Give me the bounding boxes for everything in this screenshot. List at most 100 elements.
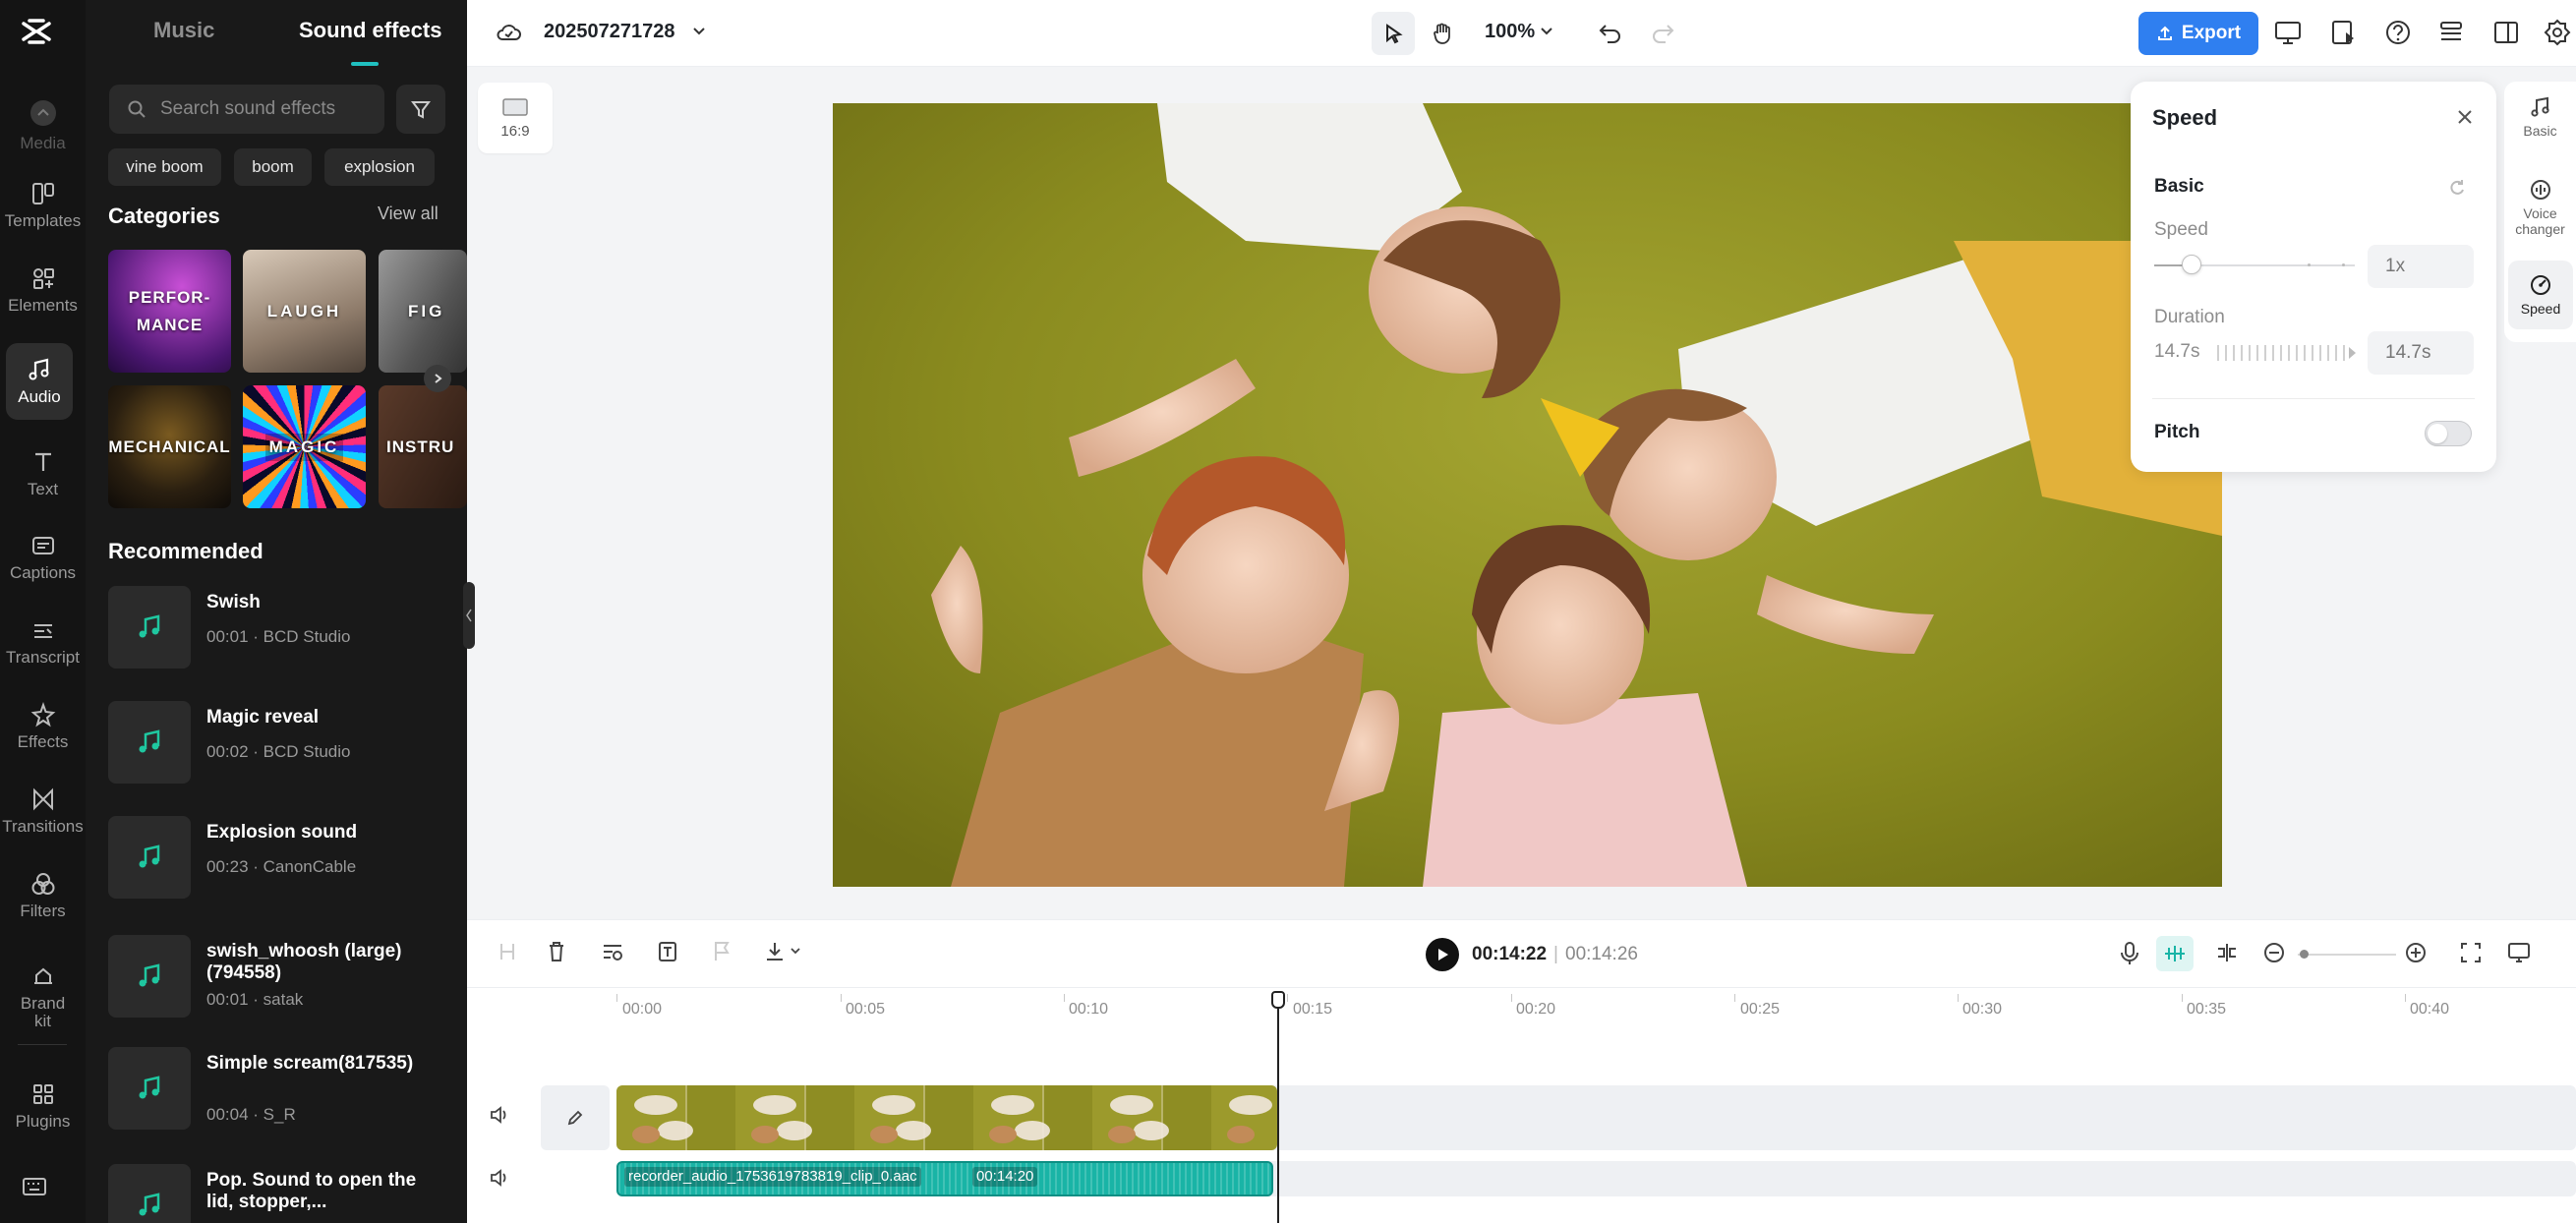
list-item[interactable]: Magic reveal 00:02 · BCD Studio (108, 701, 447, 786)
rail-item-elements[interactable]: Elements (0, 252, 86, 328)
auto-caption-icon[interactable] (656, 940, 679, 963)
speed-value-field[interactable]: 1x (2368, 245, 2474, 288)
list-item[interactable]: Swish 00:01 · BCD Studio (108, 586, 447, 670)
layout-panel-icon[interactable] (2492, 19, 2520, 46)
zoom-slider-thumb[interactable] (2300, 950, 2309, 959)
text-icon (30, 449, 56, 475)
right-rail-label: Basic (2523, 123, 2557, 139)
keyboard-icon[interactable] (22, 1176, 47, 1197)
category-fight[interactable]: FIG (379, 250, 467, 373)
tab-music[interactable]: Music (153, 18, 214, 43)
video-preview[interactable] (833, 103, 2222, 887)
list-item[interactable]: Explosion sound 00:23 · CanonCable (108, 816, 447, 901)
preview-monitor-icon[interactable] (2506, 941, 2532, 964)
chip-vine-boom[interactable]: vine boom (108, 148, 221, 186)
undo-icon[interactable] (1598, 20, 1623, 45)
view-all-link[interactable]: View all (378, 204, 439, 224)
ruler-tick (1287, 994, 1288, 1002)
reset-icon[interactable] (2447, 178, 2467, 198)
zoom-out-icon[interactable] (2262, 941, 2286, 964)
project-name[interactable]: 202507271728 (544, 21, 674, 43)
rail-item-templates[interactable]: Templates (0, 167, 86, 244)
right-rail-speed[interactable]: Speed (2508, 261, 2573, 329)
duration-slider[interactable] (2217, 345, 2351, 361)
download-icon[interactable] (764, 940, 803, 963)
rail-item-transitions[interactable]: Transitions (0, 773, 86, 849)
category-mechanical[interactable]: MECHANICAL (108, 385, 231, 508)
category-instruments[interactable]: INSTRU (379, 385, 467, 508)
flag-marker-icon[interactable] (711, 940, 732, 963)
rail-item-filters[interactable]: Filters (0, 857, 86, 934)
close-icon[interactable] (2455, 107, 2475, 127)
chip-boom[interactable]: boom (234, 148, 312, 186)
rail-item-text[interactable]: Text (0, 436, 86, 512)
slider-tick (2308, 263, 2311, 266)
upload-icon (2156, 25, 2174, 42)
fit-timeline-icon[interactable] (2459, 941, 2483, 964)
rail-item-captions[interactable]: Captions (0, 519, 86, 596)
layers-icon[interactable] (2437, 19, 2465, 46)
pitch-toggle[interactable] (2425, 421, 2472, 446)
category-laugh[interactable]: LAUGH (243, 250, 366, 373)
hand-tool-button[interactable] (1421, 12, 1464, 55)
video-clip[interactable] (616, 1085, 1277, 1150)
help-icon[interactable] (2384, 19, 2412, 46)
zoom-chevron-down-icon[interactable] (1539, 26, 1554, 37)
music-note-icon (108, 586, 191, 669)
pitch-toggle-knob (2428, 424, 2447, 443)
split-screen-icon[interactable] (2215, 941, 2239, 964)
elements-icon (30, 265, 56, 291)
rail-item-transcript[interactable]: Transcript (0, 604, 86, 680)
redo-icon[interactable] (1650, 20, 1675, 45)
delete-icon[interactable] (546, 940, 567, 963)
cloud-icon[interactable] (495, 20, 522, 45)
share-icon[interactable] (2330, 19, 2358, 46)
settings-gear-icon[interactable] (2544, 19, 2571, 46)
left-rail: Media Templates Elements Audio Text Capt… (0, 0, 86, 1223)
microphone-icon[interactable] (2119, 941, 2140, 966)
audio-clip[interactable]: recorder_audio_1753619783819_clip_0.aac … (616, 1161, 1273, 1196)
rail-item-audio[interactable]: Audio (6, 343, 73, 420)
track-meta: 00:23 · CanonCable (206, 857, 357, 876)
chevron-down-icon[interactable] (691, 26, 707, 37)
present-icon[interactable] (2274, 19, 2304, 46)
tab-sound-effects[interactable]: Sound effects (299, 18, 441, 43)
rail-item-effects[interactable]: Effects (0, 688, 86, 765)
pencil-icon (565, 1108, 585, 1128)
magnet-snap-button[interactable] (2156, 936, 2194, 971)
audio-icon (27, 357, 52, 382)
search-input[interactable]: Search sound effects (109, 85, 384, 134)
right-rail-basic[interactable]: Basic (2504, 95, 2576, 139)
edit-effects-icon[interactable] (601, 940, 624, 963)
zoom-level[interactable]: 100% (1485, 21, 1535, 43)
list-item[interactable]: swish_whoosh (large)(794558) 00:01 · sat… (108, 935, 447, 1019)
chip-explosion[interactable]: explosion (324, 148, 435, 186)
play-button[interactable] (1426, 938, 1459, 971)
cover-edit-button[interactable] (541, 1085, 610, 1150)
export-button[interactable]: Export (2138, 12, 2258, 55)
list-item[interactable]: Pop. Sound to open the lid, stopper,... (108, 1164, 447, 1223)
video-track-volume-icon[interactable] (489, 1105, 510, 1125)
list-item[interactable]: Simple scream(817535) 00:04 · S_R (108, 1047, 447, 1132)
rail-item-media[interactable]: Media (0, 87, 86, 163)
speed-slider-thumb[interactable] (2182, 255, 2201, 274)
zoom-slider[interactable] (2298, 954, 2396, 956)
right-rail-voice-changer[interactable]: Voice changer (2504, 178, 2576, 237)
category-performance[interactable]: PERFOR- MANCE (108, 250, 231, 373)
capcut-logo-icon[interactable] (20, 16, 53, 49)
audio-track-volume-icon[interactable] (489, 1168, 510, 1188)
track-meta: 00:01 · satak (206, 990, 304, 1009)
categories-next-button[interactable] (424, 365, 451, 392)
rail-item-brand-kit[interactable]: Brand kit (0, 948, 86, 1046)
rail-item-plugins[interactable]: Plugins (0, 1068, 86, 1144)
rail-label: Filters (20, 902, 66, 920)
category-magic[interactable]: MAGIC (243, 385, 366, 508)
duration-value-field[interactable]: 14.7s (2368, 331, 2474, 375)
rail-label: Media (20, 134, 66, 152)
select-tool-button[interactable] (1372, 12, 1415, 55)
aspect-ratio-button[interactable]: 16:9 (478, 83, 553, 153)
panel-collapse-handle[interactable] (463, 582, 475, 649)
filter-button[interactable] (396, 85, 445, 134)
zoom-in-icon[interactable] (2404, 941, 2428, 964)
split-icon[interactable] (497, 940, 518, 963)
